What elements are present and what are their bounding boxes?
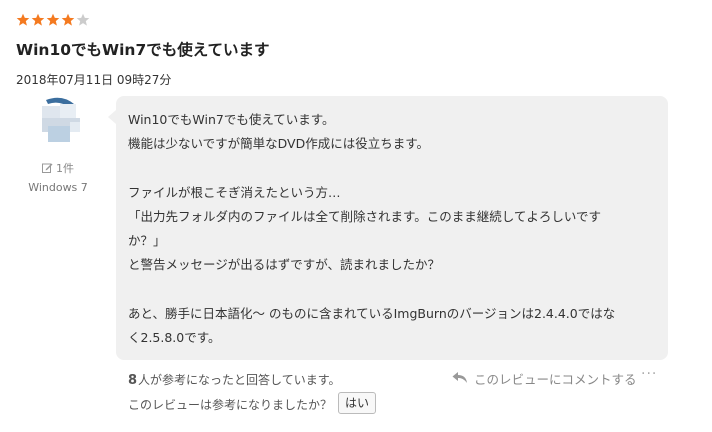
review-body-line: ファイルが根こそぎ消えたという方… [128, 184, 341, 200]
review-body-line: 機能は少ないですが簡単なDVD作成には役立ちます。 [128, 136, 429, 152]
review-title: Win10でもWin7でも使えています [16, 41, 270, 59]
review-body-line [128, 156, 656, 180]
star-icon [76, 13, 90, 26]
review-count: 1件 [20, 160, 96, 176]
review-body-line: 「出力先フォルダ内のファイルは全て削除されます。このまま継続してよろしいです [128, 208, 602, 224]
star-icon [16, 13, 30, 26]
review-body-line: と警告メッセージが出るはずですが、読まれましたか？ [128, 257, 441, 273]
more-menu-button[interactable]: ··· [641, 366, 657, 382]
comment-link-label: このレビューにコメントする [474, 372, 637, 387]
helpful-count-text: 8人が参考になったと回答しています。 [128, 371, 341, 388]
star-icon [31, 13, 45, 26]
helpful-question: このレビューは参考になりましたか？ [128, 398, 333, 412]
rating-stars [16, 13, 90, 29]
author-os: Windows 7 [28, 181, 88, 194]
review-body: Win10でもWin7でも使えています。 機能は少ないですが簡単なDVD作成には… [108, 96, 668, 360]
yes-button[interactable]: はい [338, 392, 377, 414]
pencil-icon [42, 162, 53, 173]
review-body-line [128, 277, 656, 301]
review-body-line: Win10でもWin7でも使えています。 [128, 112, 335, 127]
review-date: 2018年07月11日 09時27分 [16, 73, 172, 87]
star-icon [61, 13, 75, 26]
review-body-line: く2.5.8.0です。 [128, 329, 221, 345]
helpful-count: 8 [128, 373, 138, 388]
helpful-label: 人が参考になったと回答しています。 [138, 373, 341, 387]
avatar[interactable] [40, 96, 84, 144]
review-body-line: か？」 [128, 232, 166, 248]
comment-link[interactable]: このレビューにコメントする [452, 369, 637, 388]
review-body-line: あと、勝手に日本語化～ のものに含まれているImgBurnのバージョンは2.4.… [128, 305, 616, 321]
star-icon [46, 13, 60, 26]
reply-icon [452, 371, 468, 387]
review-count-label: 1件 [56, 162, 74, 175]
